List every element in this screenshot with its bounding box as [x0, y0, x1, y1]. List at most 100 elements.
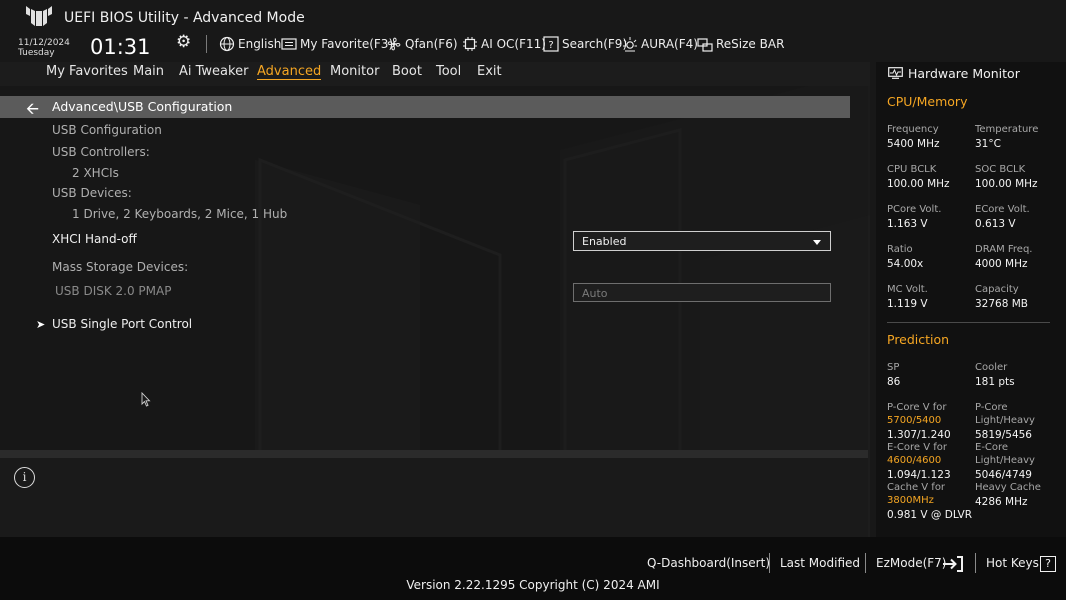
- pcore-lh-value: 5819/5456: [975, 429, 1032, 441]
- dram-freq-label: DRAM Freq.: [975, 244, 1033, 255]
- tuf-logo-icon: [26, 6, 52, 26]
- pcore-lh-label-2: Light/Heavy: [975, 415, 1035, 426]
- soc-bclk-value: 100.00 MHz: [975, 178, 1038, 190]
- usb-devices-label: USB Devices:: [52, 186, 132, 200]
- aura-button[interactable]: AURA(F4): [622, 36, 698, 52]
- menu-main[interactable]: Main: [133, 64, 164, 79]
- footer-divider: [865, 553, 866, 573]
- aura-label: AURA(F4): [641, 37, 698, 51]
- frequency-value: 5400 MHz: [887, 138, 940, 150]
- footer-divider: [975, 553, 976, 573]
- mass-storage-label: Mass Storage Devices:: [52, 260, 189, 274]
- chip-icon: [463, 37, 477, 51]
- dram-freq-value: 4000 MHz: [975, 258, 1028, 270]
- back-arrow-icon[interactable]: 🡨: [26, 98, 39, 125]
- language-button[interactable]: English: [219, 36, 281, 52]
- settings-gear-icon[interactable]: ⚙: [176, 32, 191, 52]
- frequency-label: Frequency: [887, 124, 939, 135]
- ecore-v-label: E-Core V for: [887, 442, 948, 453]
- xhci-hand-off-dropdown[interactable]: Enabled: [573, 231, 831, 251]
- capacity-label: Capacity: [975, 284, 1019, 295]
- date-display: 11/12/2024 Tuesday: [18, 38, 70, 58]
- cpu-memory-title: CPU/Memory: [887, 94, 968, 109]
- clock: 01:31: [90, 35, 151, 59]
- prediction-title: Prediction: [887, 332, 950, 347]
- temperature-label: Temperature: [975, 124, 1039, 135]
- help-question-icon[interactable]: ?: [1040, 556, 1056, 572]
- ezmode-button[interactable]: EzMode(F7): [876, 556, 946, 570]
- hardware-monitor-title: Hardware Monitor: [908, 66, 1020, 81]
- ratio-value: 54.00x: [887, 258, 924, 270]
- submenu-arrow-icon: ➤: [36, 318, 46, 331]
- menu-exit[interactable]: Exit: [477, 64, 502, 79]
- cooler-label: Cooler: [975, 362, 1008, 373]
- globe-icon: [219, 36, 235, 52]
- cache-v-freq: 3800MHz: [887, 495, 934, 506]
- date-text: 11/12/2024: [18, 38, 70, 48]
- monitor-icon: [888, 67, 903, 79]
- capacity-value: 32768 MB: [975, 298, 1029, 310]
- ai-oc-button[interactable]: AI OC(F11): [462, 36, 546, 52]
- resize-bar-label: ReSize BAR: [716, 37, 785, 51]
- menu-my-favorites[interactable]: My Favorites: [46, 64, 128, 79]
- footer-divider: [769, 553, 770, 573]
- favorite-icon: [281, 38, 297, 50]
- ecore-lh-label-2: Light/Heavy: [975, 455, 1035, 466]
- sp-value: 86: [887, 376, 901, 388]
- pcore-v-label: P-Core V for: [887, 402, 947, 413]
- usb-controllers-label: USB Controllers:: [52, 145, 150, 159]
- q-dashboard-button[interactable]: Q-Dashboard(Insert): [647, 556, 770, 570]
- xhci-hand-off-label[interactable]: XHCI Hand-off: [52, 232, 137, 246]
- menu-ai-tweaker[interactable]: Ai Tweaker: [179, 64, 248, 79]
- cpu-bclk-value: 100.00 MHz: [887, 178, 950, 190]
- my-favorite-button[interactable]: My Favorite(F3): [281, 36, 393, 52]
- temperature-value: 31°C: [975, 138, 1001, 150]
- weekday-text: Tuesday: [18, 48, 55, 58]
- menu-boot[interactable]: Boot: [392, 64, 422, 79]
- heavy-cache-value: 4286 MHz: [975, 496, 1028, 508]
- usb-single-port-control-item[interactable]: USB Single Port Control: [52, 317, 192, 331]
- usb-disk-label: USB DISK 2.0 PMAP: [55, 284, 172, 298]
- main-menu: My Favorites Main Ai Tweaker Advanced Mo…: [0, 62, 870, 86]
- info-icon: i: [14, 467, 35, 488]
- usb-devices-value: 1 Drive, 2 Keyboards, 2 Mice, 1 Hub: [72, 207, 288, 221]
- menu-advanced[interactable]: Advanced: [257, 64, 322, 80]
- qfan-label: Qfan(F6): [405, 37, 458, 51]
- ecore-lh-label-1: E-Core: [975, 442, 1009, 453]
- ecore-v-freq: 4600/4600: [887, 455, 942, 466]
- cache-v-value: 0.981 V @ DLVR: [887, 509, 973, 521]
- pcore-volt-value: 1.163 V: [887, 218, 928, 230]
- last-modified-button[interactable]: Last Modified: [780, 556, 860, 570]
- cpu-bclk-label: CPU BCLK: [887, 164, 937, 175]
- cache-v-label: Cache V for: [887, 482, 946, 493]
- mouse-cursor-icon: [141, 392, 151, 407]
- menu-monitor[interactable]: Monitor: [330, 64, 379, 79]
- ecore-lh-value: 5046/4749: [975, 469, 1032, 481]
- mc-volt-label: MC Volt.: [887, 284, 928, 295]
- my-favorite-label: My Favorite(F3): [300, 37, 394, 51]
- search-button[interactable]: ? Search(F9): [543, 36, 627, 52]
- usb-controllers-value: 2 XHCIs: [72, 166, 119, 180]
- version-text: Version 2.22.1295 Copyright (C) 2024 AMI: [406, 578, 660, 592]
- soc-bclk-label: SOC BCLK: [975, 164, 1026, 175]
- hw-divider: [887, 322, 1050, 323]
- ai-oc-label: AI OC(F11): [481, 37, 546, 51]
- header-divider: [206, 35, 207, 53]
- menu-tool[interactable]: Tool: [436, 64, 461, 79]
- ecore-volt-label: ECore Volt.: [975, 204, 1030, 215]
- cooler-value: 181 pts: [975, 376, 1015, 388]
- language-label: English: [238, 37, 282, 51]
- exit-to-ezmode-icon[interactable]: [942, 556, 964, 572]
- aura-icon: [623, 37, 637, 52]
- ecore-v-value: 1.094/1.123: [887, 469, 951, 481]
- qfan-button[interactable]: Qfan(F6): [386, 36, 458, 52]
- hot-keys-button[interactable]: Hot Keys: [986, 556, 1039, 570]
- heavy-cache-label: Heavy Cache: [975, 482, 1041, 493]
- usb-disk-value: Auto: [582, 287, 608, 300]
- fan-icon: [387, 37, 401, 51]
- search-icon: ?: [543, 36, 559, 52]
- mc-volt-value: 1.119 V: [887, 298, 928, 310]
- resize-bar-button[interactable]: ReSize BAR: [697, 36, 784, 52]
- breadcrumb: Advanced\USB Configuration: [52, 99, 233, 114]
- usb-disk-dropdown: Auto: [573, 283, 831, 302]
